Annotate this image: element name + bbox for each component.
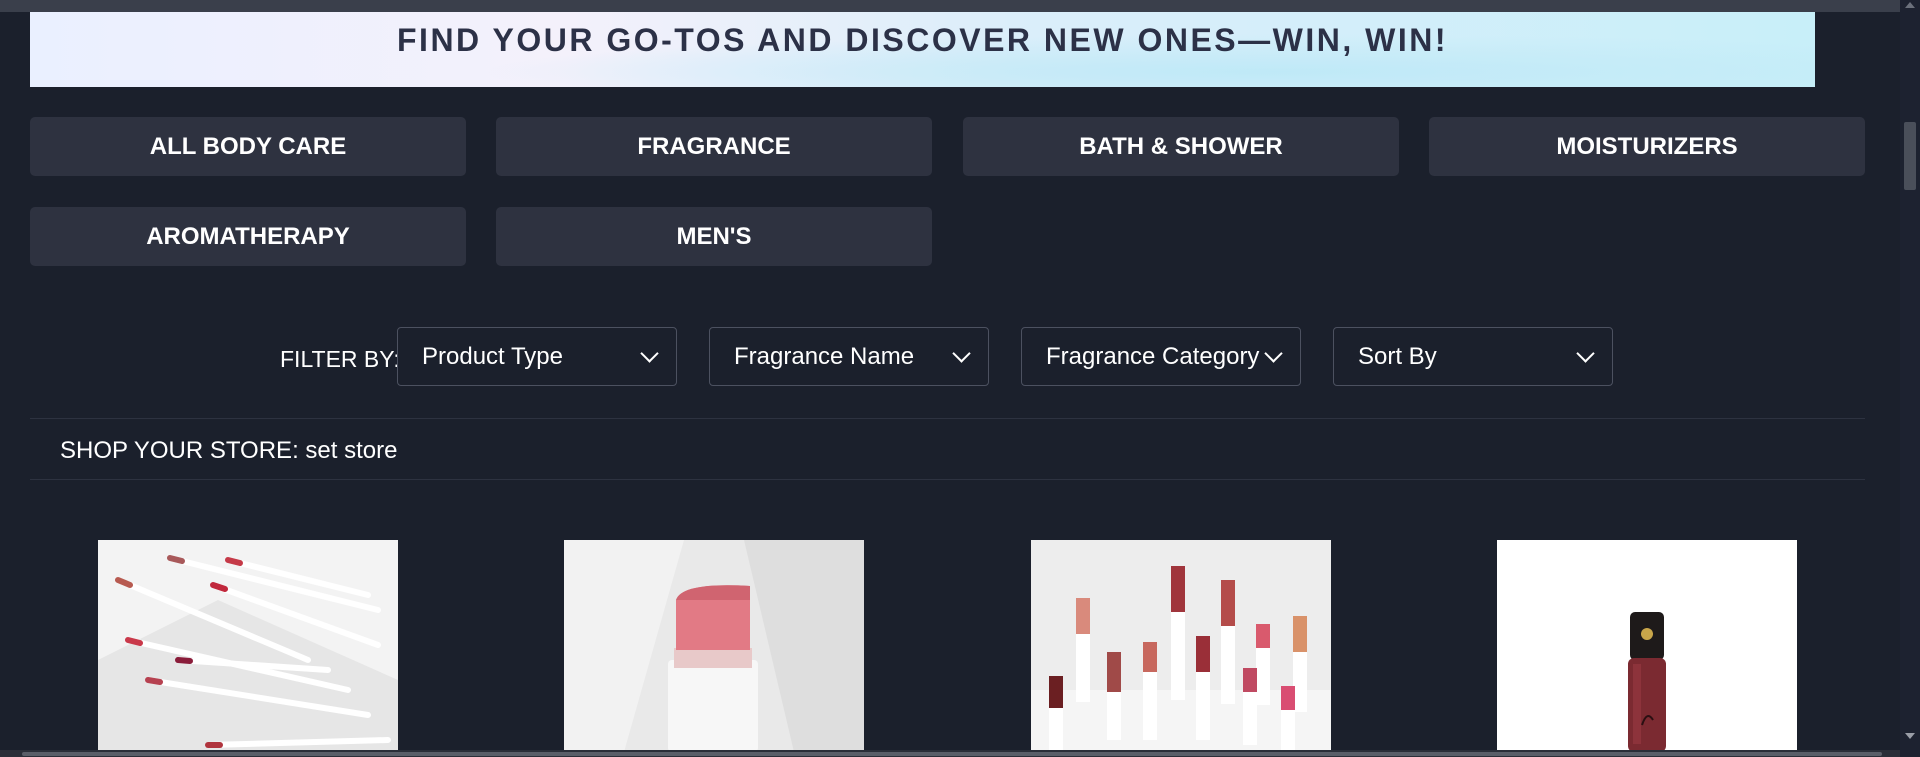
chevron-down-icon [640, 344, 659, 363]
chevron-down-icon [1576, 344, 1595, 363]
shop-your-store-label: SHOP YOUR STORE: [60, 437, 299, 464]
category-bath-shower-button[interactable]: BATH & SHOWER [963, 117, 1399, 176]
set-store-link[interactable]: set store [305, 437, 397, 464]
product-type-dropdown[interactable]: Product Type [397, 327, 677, 386]
pink-lipstick-illustration [564, 540, 864, 752]
sort-by-dropdown-label: Sort By [1358, 342, 1437, 370]
chevron-down-icon [1264, 344, 1283, 363]
product-type-dropdown-label: Product Type [422, 342, 563, 370]
fragrance-name-dropdown[interactable]: Fragrance Name [709, 327, 989, 386]
product-image-lipstick-collection[interactable] [1031, 540, 1331, 752]
fragrance-name-dropdown-label: Fragrance Name [734, 342, 915, 370]
product-image-pink-lipstick[interactable] [564, 540, 864, 752]
promo-banner[interactable]: FIND YOUR GO-TOS AND DISCOVER NEW ONES—W… [30, 12, 1815, 87]
vertical-scroll-thumb[interactable] [1904, 122, 1916, 190]
lipstick-collection-illustration [1031, 540, 1331, 752]
product-image-lip-liners[interactable] [98, 540, 398, 752]
divider [30, 479, 1865, 480]
scroll-down-arrow-icon[interactable] [1905, 733, 1915, 739]
divider [30, 418, 1865, 419]
sort-by-dropdown[interactable]: Sort By [1333, 327, 1613, 386]
scroll-up-arrow-icon[interactable] [1905, 2, 1915, 8]
browser-top-strip [0, 0, 1900, 12]
category-aromatherapy-button[interactable]: AROMATHERAPY [30, 207, 466, 266]
category-mens-button[interactable]: MEN'S [496, 207, 932, 266]
fragrance-category-dropdown-label: Fragrance Category [1046, 342, 1260, 370]
filter-by-label: FILTER BY: [280, 346, 400, 372]
horizontal-scroll-thumb[interactable] [22, 752, 1882, 756]
lip-liners-illustration [98, 540, 398, 752]
chevron-down-icon [952, 344, 971, 363]
product-image-liquid-lipstick[interactable] [1497, 540, 1797, 752]
liquid-lipstick-illustration [1497, 540, 1797, 752]
fragrance-category-dropdown[interactable]: Fragrance Category [1021, 327, 1301, 386]
category-all-body-care-button[interactable]: ALL BODY CARE [30, 117, 466, 176]
category-moisturizers-button[interactable]: MOISTURIZERS [1429, 117, 1865, 176]
promo-banner-text: FIND YOUR GO-TOS AND DISCOVER NEW ONES—W… [397, 22, 1448, 58]
shop-your-store: SHOP YOUR STORE: set store [60, 437, 397, 465]
vertical-scrollbar[interactable] [1900, 0, 1920, 757]
category-fragrance-button[interactable]: FRAGRANCE [496, 117, 932, 176]
